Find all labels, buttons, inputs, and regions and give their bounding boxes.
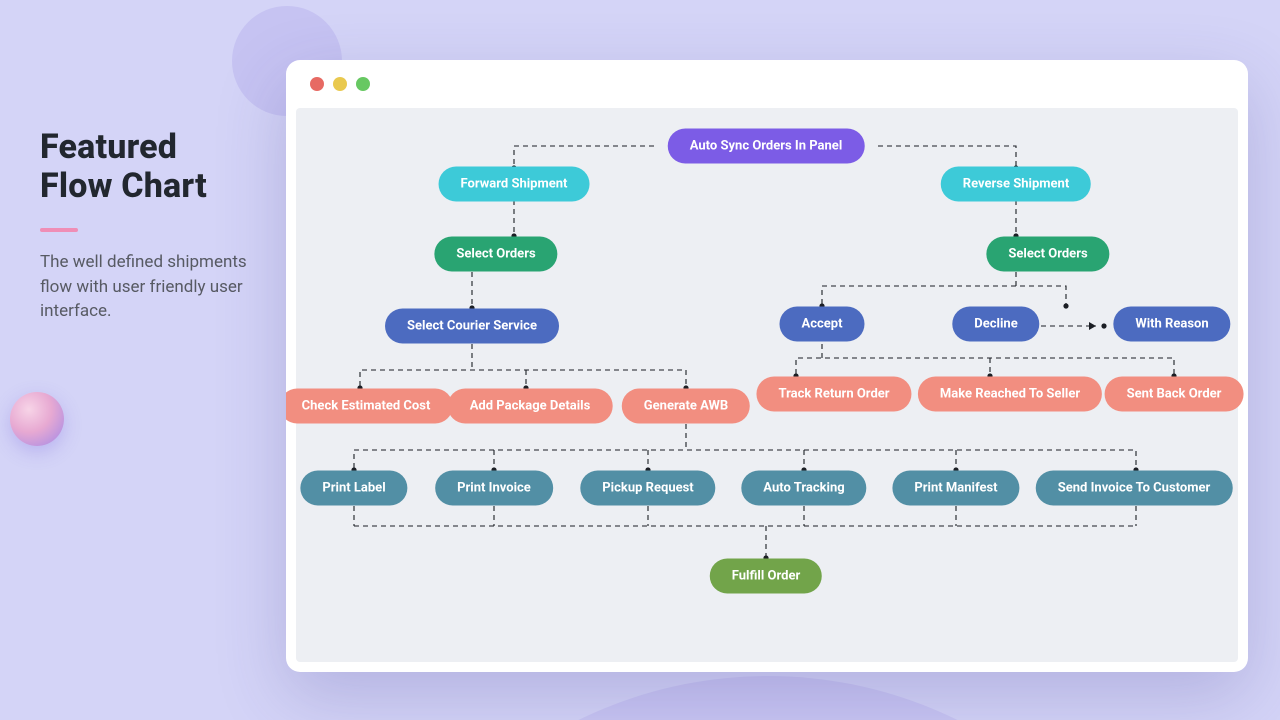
node-with-reason: With Reason xyxy=(1113,307,1230,342)
node-track-return: Track Return Order xyxy=(756,377,911,412)
node-send-invoice: Send Invoice To Customer xyxy=(1036,471,1233,506)
title-line-1: Featured xyxy=(40,127,177,167)
node-print-manifest: Print Manifest xyxy=(892,471,1019,506)
node-reverse-shipment: Reverse Shipment xyxy=(941,167,1091,202)
node-decline: Decline xyxy=(952,307,1039,342)
node-auto-sync: Auto Sync Orders In Panel xyxy=(668,129,865,164)
node-generate-awb: Generate AWB xyxy=(622,389,750,424)
node-pickup-request: Pickup Request xyxy=(580,471,715,506)
browser-window: Auto Sync Orders In Panel Forward Shipme… xyxy=(286,60,1248,672)
node-print-invoice: Print Invoice xyxy=(435,471,553,506)
node-auto-tracking: Auto Tracking xyxy=(741,471,866,506)
node-sent-back: Sent Back Order xyxy=(1105,377,1244,412)
node-forward-shipment: Forward Shipment xyxy=(439,167,590,202)
node-select-orders-fwd: Select Orders xyxy=(434,237,557,272)
window-titlebar xyxy=(286,60,1248,108)
traffic-light-zoom-icon[interactable] xyxy=(356,77,370,91)
node-accept: Accept xyxy=(779,307,864,342)
node-select-orders-rev: Select Orders xyxy=(986,237,1109,272)
page-subtitle: The well defined shipments flow with use… xyxy=(40,250,250,324)
flowchart-canvas: Auto Sync Orders In Panel Forward Shipme… xyxy=(296,108,1238,662)
node-print-label: Print Label xyxy=(300,471,407,506)
side-description: Featured Flow Chart The well defined shi… xyxy=(40,128,250,324)
decoration-orb xyxy=(10,392,64,446)
title-underline xyxy=(40,228,78,232)
page-title: Featured Flow Chart xyxy=(40,128,250,206)
node-add-package: Add Package Details xyxy=(448,389,613,424)
node-fulfill-order: Fulfill Order xyxy=(710,559,822,594)
node-make-reached: Make Reached To Seller xyxy=(918,377,1102,412)
decoration-circle-bottom xyxy=(338,676,1198,720)
traffic-light-close-icon[interactable] xyxy=(310,77,324,91)
node-check-cost: Check Estimated Cost xyxy=(286,389,452,424)
node-select-courier: Select Courier Service xyxy=(385,309,559,344)
title-line-2: Flow Chart xyxy=(40,166,207,206)
traffic-light-minimize-icon[interactable] xyxy=(333,77,347,91)
